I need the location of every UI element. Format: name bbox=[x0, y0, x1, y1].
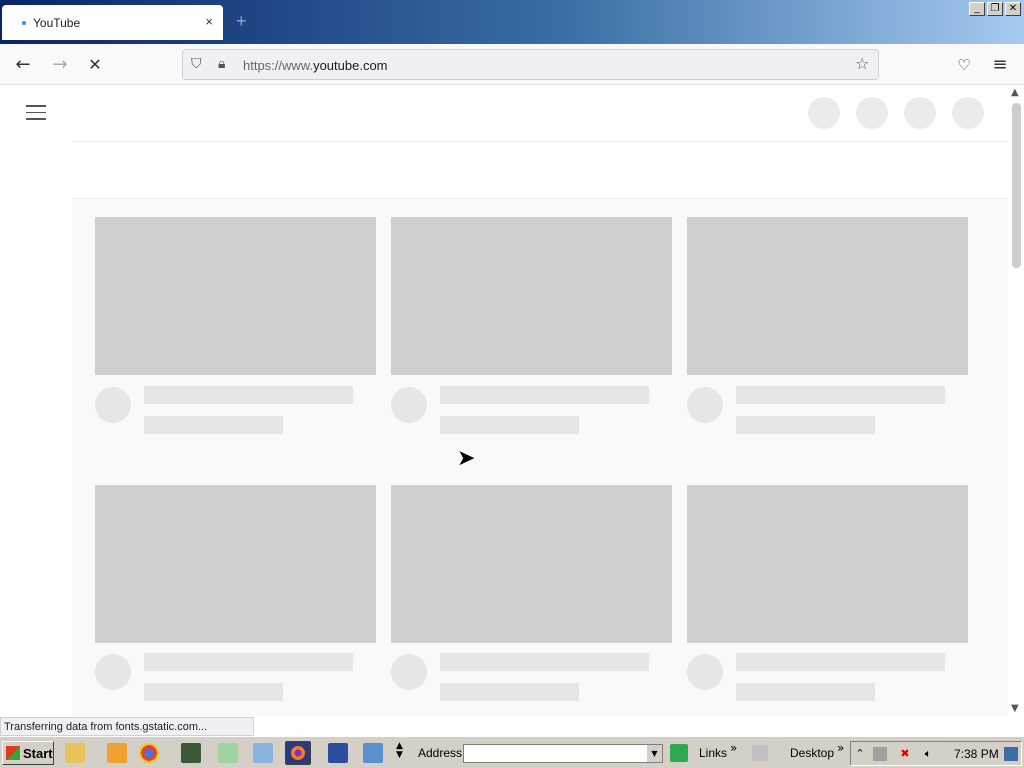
taskbar: Start ▲ ▼ Address ▼ Links » Desktop » ⌃ ✖… bbox=[0, 736, 1024, 768]
video-thumbnail-placeholder bbox=[391, 217, 672, 375]
header-placeholder-icon bbox=[952, 97, 984, 129]
title-placeholder bbox=[736, 386, 945, 404]
video-thumbnail-placeholder bbox=[391, 485, 672, 643]
network-tray-icon[interactable] bbox=[873, 747, 887, 761]
scroll-up-icon[interactable]: ▲ bbox=[1011, 87, 1019, 98]
video-thumbnail-placeholder bbox=[95, 217, 376, 375]
channel-avatar-placeholder bbox=[391, 654, 427, 690]
header-placeholder-icon bbox=[904, 97, 936, 129]
guide-menu-icon[interactable] bbox=[26, 105, 46, 121]
title-placeholder bbox=[440, 386, 649, 404]
go-icon[interactable] bbox=[670, 744, 688, 762]
meta-placeholder bbox=[736, 683, 875, 701]
pocket-icon[interactable]: ♡ bbox=[953, 54, 975, 76]
channel-avatar-placeholder bbox=[95, 654, 131, 690]
start-label: Start bbox=[23, 745, 53, 761]
taskbar-scroll-icon[interactable]: ▲ ▼ bbox=[396, 742, 403, 760]
show-desktop-icon[interactable] bbox=[1004, 747, 1018, 761]
links-label[interactable]: Links bbox=[699, 746, 727, 760]
powershell-icon[interactable] bbox=[328, 743, 348, 763]
address-label: Address bbox=[418, 746, 463, 760]
title-placeholder bbox=[736, 653, 945, 671]
meta-placeholder bbox=[144, 416, 283, 434]
tray-expand-icon[interactable]: ⌃ bbox=[853, 747, 867, 761]
network-icon[interactable] bbox=[218, 743, 238, 763]
header-placeholder-icon bbox=[808, 97, 840, 129]
security-tray-icon[interactable]: ✖ bbox=[898, 747, 912, 761]
channel-avatar-placeholder bbox=[687, 654, 723, 690]
firefox-taskbar-icon[interactable] bbox=[285, 741, 311, 765]
remote-desktop-icon[interactable] bbox=[363, 743, 383, 763]
chrome-icon[interactable] bbox=[139, 743, 159, 763]
address-input[interactable]: ▼ bbox=[463, 744, 663, 763]
printer-icon[interactable] bbox=[253, 743, 273, 763]
back-icon[interactable]: ← bbox=[12, 54, 34, 76]
system-tray: ⌃ ✖ 🔈︎ 7:38 PM bbox=[850, 741, 1022, 766]
menu-icon[interactable]: ≡ bbox=[989, 54, 1011, 76]
stop-loading-icon[interactable]: ✕ bbox=[84, 54, 106, 76]
title-placeholder bbox=[144, 653, 353, 671]
meta-placeholder bbox=[440, 416, 579, 434]
browser-titlebar: YouTube × + _ ❐ ✕ bbox=[0, 0, 1024, 44]
divider bbox=[72, 141, 1008, 142]
volume-icon[interactable]: 🔈︎ bbox=[921, 747, 935, 761]
page-content bbox=[0, 86, 1008, 716]
channel-avatar-placeholder bbox=[95, 387, 131, 423]
status-text: Transferring data from fonts.gstatic.com… bbox=[0, 717, 254, 736]
toolbar-icon[interactable] bbox=[752, 745, 768, 761]
mouse-cursor-icon: ➤ bbox=[457, 446, 476, 471]
url-bar[interactable]: ⛉ 🔒︎ https://www.youtube.com ☆ bbox=[182, 49, 879, 80]
page-scrollbar[interactable]: ▲ ▼ bbox=[1008, 86, 1024, 716]
new-tab-icon[interactable]: + bbox=[236, 12, 247, 30]
close-window-button[interactable]: ✕ bbox=[1005, 2, 1021, 16]
windows-flag-icon bbox=[6, 746, 20, 760]
terminal-icon[interactable] bbox=[181, 743, 201, 763]
scroll-thumb[interactable] bbox=[1012, 103, 1021, 268]
scroll-down-icon[interactable]: ▼ bbox=[1011, 703, 1019, 714]
minimize-button[interactable]: _ bbox=[969, 2, 985, 16]
navigation-toolbar: ← → ✕ ⛉ 🔒︎ https://www.youtube.com ☆ ♡ ≡ bbox=[0, 44, 1024, 85]
title-placeholder bbox=[144, 386, 353, 404]
window-controls: _ ❐ ✕ bbox=[969, 2, 1021, 16]
tab-close-icon[interactable]: × bbox=[205, 14, 213, 29]
desktop-label[interactable]: Desktop bbox=[790, 746, 834, 760]
loading-dot-icon bbox=[22, 21, 26, 25]
links-chevron-icon[interactable]: » bbox=[730, 741, 737, 755]
media-player-icon[interactable] bbox=[107, 743, 127, 763]
meta-placeholder bbox=[736, 416, 875, 434]
meta-placeholder bbox=[440, 683, 579, 701]
video-thumbnail-placeholder bbox=[687, 485, 968, 643]
channel-avatar-placeholder bbox=[687, 387, 723, 423]
bookmark-star-icon[interactable]: ☆ bbox=[855, 54, 869, 73]
header-placeholder-icon bbox=[856, 97, 888, 129]
forward-icon[interactable]: → bbox=[49, 54, 71, 76]
video-thumbnail-placeholder bbox=[687, 217, 968, 375]
video-thumbnail-placeholder bbox=[95, 485, 376, 643]
tab-title: YouTube bbox=[33, 16, 81, 30]
explorer-icon[interactable] bbox=[65, 743, 85, 763]
clock[interactable]: 7:38 PM bbox=[954, 747, 999, 761]
channel-avatar-placeholder bbox=[391, 387, 427, 423]
desktop-chevron-icon[interactable]: » bbox=[837, 741, 844, 755]
url-text[interactable]: https://www.youtube.com bbox=[243, 58, 388, 73]
tracking-shield-icon[interactable]: ⛉ bbox=[191, 56, 202, 72]
meta-placeholder bbox=[144, 683, 283, 701]
tab-youtube[interactable]: YouTube × bbox=[2, 5, 223, 40]
start-button[interactable]: Start bbox=[2, 741, 54, 765]
lock-icon[interactable]: 🔒︎ bbox=[218, 56, 225, 72]
title-placeholder bbox=[440, 653, 649, 671]
address-dropdown-icon[interactable]: ▼ bbox=[647, 745, 662, 762]
restore-button[interactable]: ❐ bbox=[987, 2, 1003, 16]
